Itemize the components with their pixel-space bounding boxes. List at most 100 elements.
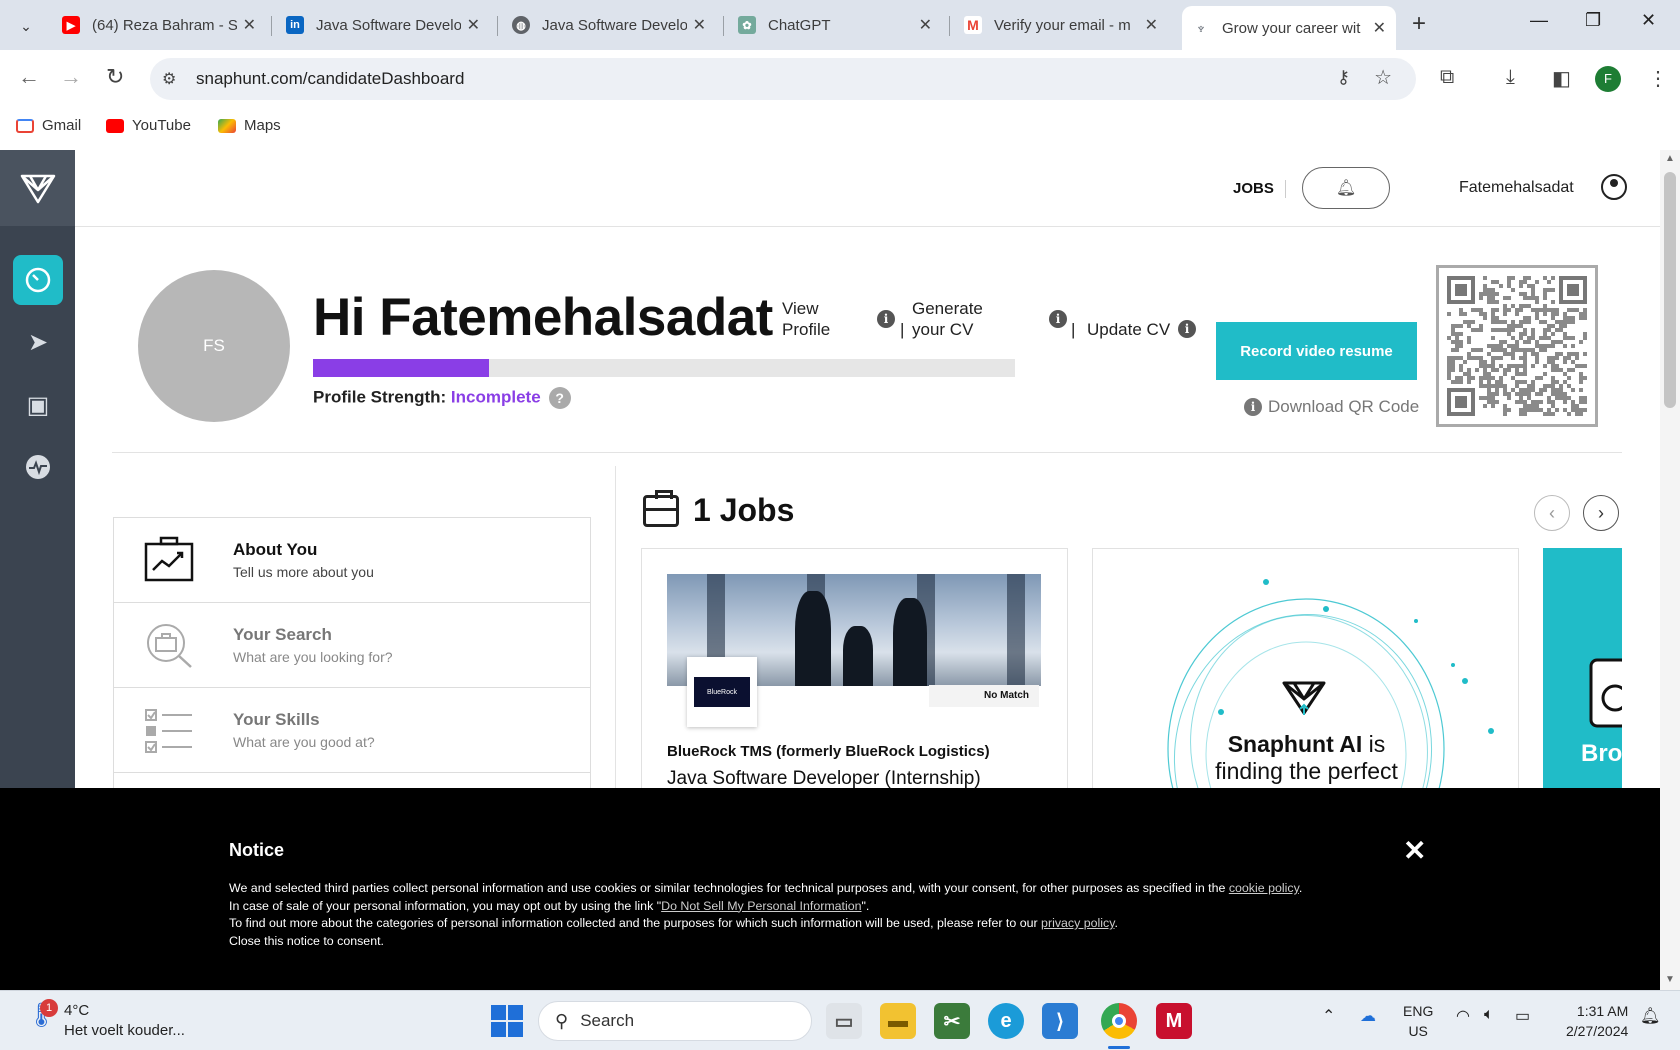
username[interactable]: Fatemehalsadat bbox=[1459, 179, 1574, 197]
ai-card-bold: Snaphunt AI bbox=[1227, 731, 1363, 757]
close-icon[interactable]: ✕ bbox=[1403, 834, 1426, 867]
forward-icon[interactable]: → bbox=[60, 64, 82, 90]
close-icon[interactable]: ✕ bbox=[1373, 18, 1386, 38]
bookmark-maps[interactable]: Maps bbox=[218, 117, 281, 134]
onedrive-icon[interactable]: ☁ bbox=[1360, 1006, 1376, 1026]
sidebar-item-dashboard[interactable] bbox=[13, 255, 63, 305]
site-info-icon[interactable]: ⚙ bbox=[162, 69, 176, 89]
update-cv-link[interactable]: Update CV bbox=[1087, 319, 1170, 340]
tab-linkedin[interactable]: in Java Software Develo ✕ bbox=[276, 8, 490, 42]
new-tab-button[interactable]: + bbox=[1412, 10, 1426, 38]
scroll-up-icon[interactable]: ▲ bbox=[1665, 153, 1675, 164]
tab-youtube[interactable]: ▶ (64) Reza Bahram - S ✕ bbox=[52, 8, 266, 42]
battery-icon[interactable]: ▭ bbox=[1515, 1006, 1530, 1026]
qr-module bbox=[1571, 404, 1575, 408]
qr-module bbox=[1479, 328, 1483, 332]
side-panel-icon[interactable]: ◧ bbox=[1552, 66, 1571, 91]
back-icon[interactable]: ← bbox=[18, 64, 40, 90]
mcafee-icon[interactable]: M bbox=[1156, 1003, 1192, 1039]
sidebar-item-jobs[interactable]: ▣ bbox=[13, 380, 63, 430]
bookmark-star-icon[interactable]: ☆ bbox=[1374, 65, 1392, 90]
qr-module bbox=[1531, 284, 1535, 288]
snipping-tool-icon[interactable]: ✂ bbox=[934, 1003, 970, 1039]
qr-module bbox=[1579, 316, 1583, 320]
privacy-policy-link[interactable]: privacy policy bbox=[1041, 916, 1114, 930]
close-icon[interactable]: ✕ bbox=[243, 15, 256, 35]
generate-cv-link[interactable]: | Generate your CV bbox=[900, 298, 1020, 340]
info-icon[interactable]: i bbox=[1049, 310, 1067, 328]
notice-scrollbar[interactable]: ▼ bbox=[1660, 788, 1680, 990]
close-icon[interactable]: ✕ bbox=[1145, 15, 1158, 35]
qr-finder bbox=[1455, 284, 1467, 296]
qr-module bbox=[1535, 400, 1539, 404]
download-icon[interactable]: ⤓ bbox=[1506, 66, 1515, 89]
chrome-icon[interactable] bbox=[1101, 1003, 1137, 1039]
page-scrollbar[interactable]: ▲ bbox=[1660, 150, 1680, 788]
tab-java-globe[interactable]: ◍ Java Software Develo ✕ bbox=[502, 8, 716, 42]
strength-value[interactable]: Incomplete bbox=[451, 387, 541, 406]
scroll-down-icon[interactable]: ▼ bbox=[1665, 974, 1675, 985]
cookie-policy-link[interactable]: cookie policy bbox=[1229, 881, 1299, 895]
chevron-up-icon[interactable]: ⌃ bbox=[1322, 1006, 1335, 1026]
notifications-button[interactable]: 🔔︎ bbox=[1302, 167, 1390, 209]
carousel-prev-button[interactable]: ‹ bbox=[1534, 495, 1570, 531]
vscode-icon[interactable]: ⟩ bbox=[1042, 1003, 1078, 1039]
info-icon[interactable]: i bbox=[1178, 320, 1196, 338]
volume-icon[interactable]: 🔈︎ bbox=[1484, 1006, 1494, 1024]
view-profile-link[interactable]: View Profile bbox=[782, 298, 842, 340]
notification-bell-icon[interactable]: 🔔︎ bbox=[1640, 1006, 1660, 1026]
reload-icon[interactable]: ↻ bbox=[106, 64, 124, 90]
qr-module bbox=[1551, 308, 1555, 312]
close-icon[interactable]: ✕ bbox=[693, 15, 706, 35]
qr-module bbox=[1511, 336, 1515, 340]
windows-start-icon[interactable] bbox=[491, 1005, 523, 1037]
qr-module bbox=[1523, 392, 1527, 396]
profile-avatar[interactable]: F bbox=[1595, 66, 1621, 92]
language-indicator[interactable]: ENG US bbox=[1403, 1001, 1433, 1041]
bookmark-youtube[interactable]: YouTube bbox=[106, 117, 191, 134]
restore-icon[interactable]: ❐ bbox=[1585, 10, 1601, 31]
tab-chatgpt[interactable]: ✿ ChatGPT ✕ bbox=[728, 8, 942, 42]
info-icon[interactable]: i bbox=[877, 310, 895, 328]
wifi-icon[interactable]: ◠ bbox=[1456, 1006, 1470, 1026]
snaphunt-logo-icon[interactable] bbox=[0, 150, 75, 226]
edge-icon[interactable]: e bbox=[988, 1003, 1024, 1039]
menu-item-about-you[interactable]: About You Tell us more about you bbox=[114, 518, 590, 603]
bookmark-gmail[interactable]: Gmail bbox=[16, 117, 81, 134]
qr-module bbox=[1527, 388, 1531, 392]
record-video-resume-button[interactable]: Record video resume bbox=[1216, 322, 1417, 380]
job-title[interactable]: Java Software Developer (Internship) bbox=[667, 768, 981, 788]
scrollbar-thumb[interactable] bbox=[1664, 172, 1676, 408]
qr-module bbox=[1555, 340, 1559, 344]
menu-item-your-search[interactable]: Your Search What are you looking for? bbox=[114, 603, 590, 688]
download-qr-link[interactable]: i Download QR Code bbox=[1244, 397, 1419, 417]
do-not-sell-link[interactable]: Do Not Sell My Personal Information bbox=[661, 899, 861, 913]
menu-kebab-icon[interactable]: ⋮ bbox=[1648, 66, 1668, 91]
tab-search-button[interactable]: ⌄ bbox=[10, 10, 42, 42]
partial-promo-card[interactable]: Bro bbox=[1543, 548, 1622, 788]
file-explorer-icon[interactable]: ▬ bbox=[880, 1003, 916, 1039]
sidebar-item-activity[interactable] bbox=[13, 442, 63, 492]
close-icon[interactable]: ✕ bbox=[467, 15, 480, 35]
jobs-link[interactable]: JOBS bbox=[1233, 180, 1274, 197]
url-text[interactable]: snaphunt.com/candidateDashboard bbox=[196, 69, 464, 89]
tab-gmail[interactable]: M Verify your email - m ✕ bbox=[954, 8, 1168, 42]
minimize-icon[interactable]: — bbox=[1530, 10, 1548, 31]
help-icon[interactable]: ? bbox=[548, 387, 571, 409]
address-bar[interactable]: ⚙ snaphunt.com/candidateDashboard ⚷ ☆ bbox=[150, 58, 1416, 100]
user-account-icon[interactable] bbox=[1601, 174, 1627, 200]
menu-item-your-skills[interactable]: Your Skills What are you good at? bbox=[114, 688, 590, 773]
site-header: JOBS 🔔︎ Fatemehalsadat bbox=[75, 150, 1660, 227]
password-key-icon[interactable]: ⚷ bbox=[1337, 67, 1350, 88]
close-icon[interactable]: ✕ bbox=[919, 15, 932, 35]
extensions-icon[interactable]: ⧉ bbox=[1440, 66, 1454, 89]
system-clock[interactable]: 1:31 AM 2/27/2024 bbox=[1566, 1001, 1628, 1041]
weather-widget[interactable]: 🌡︎ 1 4°C Het voelt kouder... bbox=[26, 999, 185, 1041]
window-close-icon[interactable]: ✕ bbox=[1641, 10, 1656, 31]
taskbar-search[interactable]: ⚲ Search bbox=[538, 1001, 812, 1041]
sidebar-item-messages[interactable]: ➤ bbox=[13, 317, 63, 367]
carousel-next-button[interactable]: › bbox=[1583, 495, 1619, 531]
job-card[interactable]: No Match BlueRock BlueRock TMS (formerly… bbox=[641, 548, 1068, 788]
task-view-icon[interactable]: ▭ bbox=[826, 1003, 862, 1039]
tab-snaphunt-active[interactable]: ♆ Grow your career wit ✕ bbox=[1182, 6, 1396, 50]
